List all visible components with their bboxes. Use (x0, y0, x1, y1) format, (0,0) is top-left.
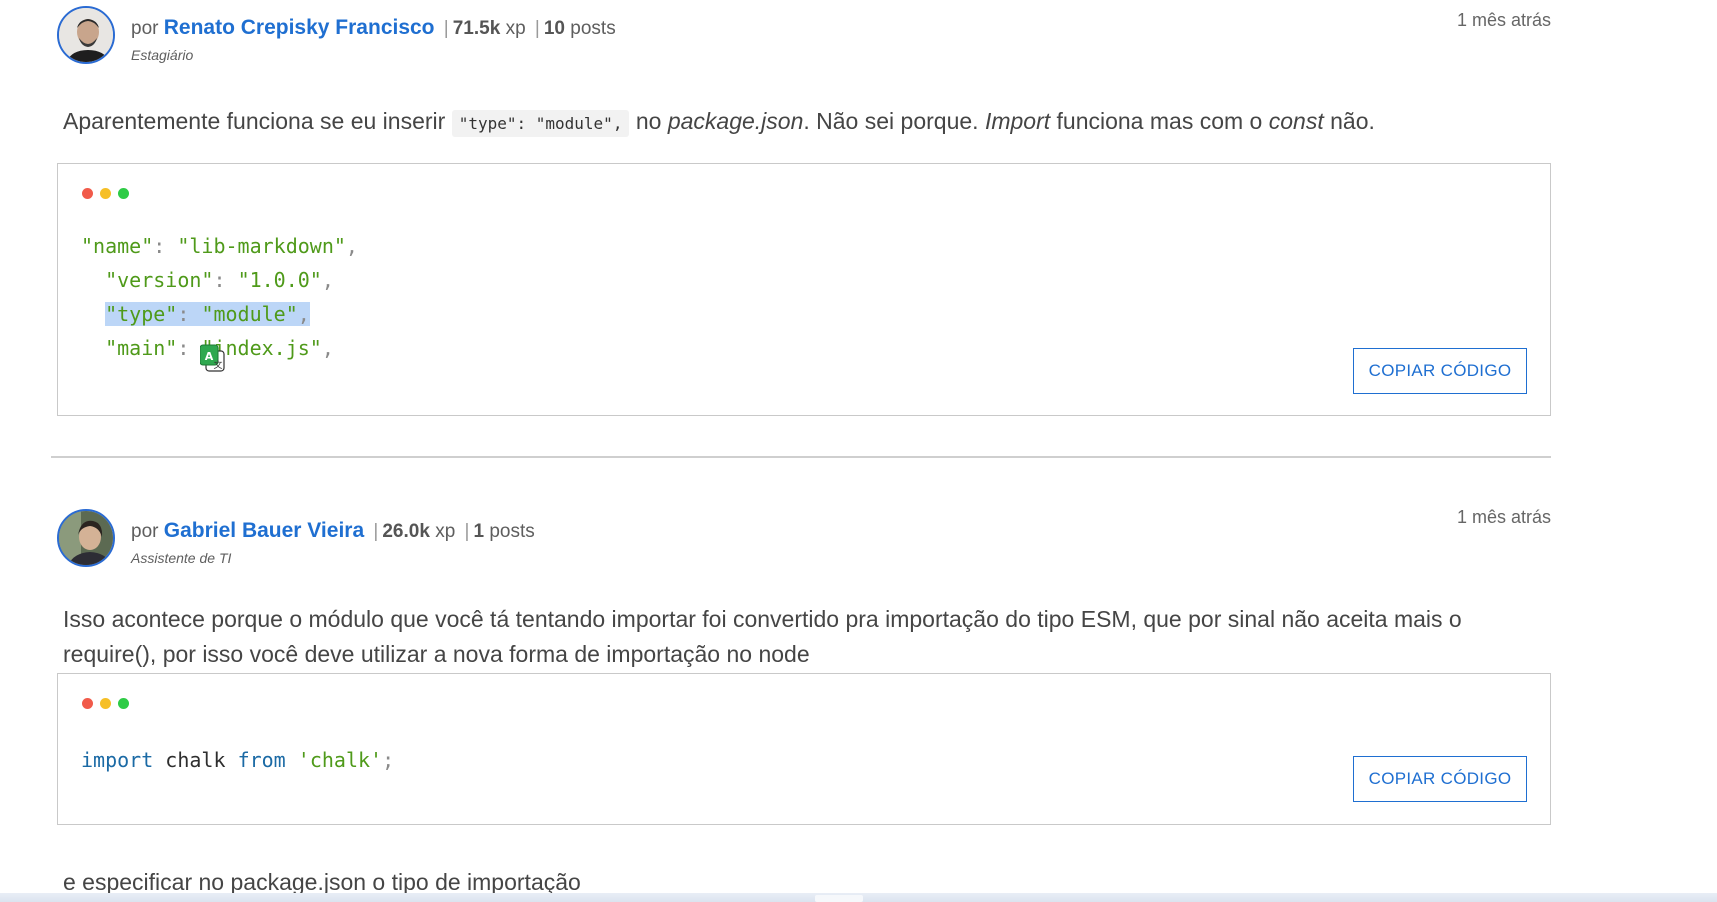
post-text: Aparentemente funciona se eu inserir (63, 108, 452, 134)
xp-unit: xp (505, 18, 526, 39)
separator: | (443, 18, 449, 39)
window-dots (82, 188, 129, 199)
code-value: "module" (201, 302, 298, 326)
separator: | (373, 521, 379, 542)
xp-value: 26.0k (382, 521, 430, 542)
separator: | (534, 18, 540, 39)
emphasis: const (1268, 108, 1324, 134)
answer-post: por Gabriel Bauer Vieira | 26.0k xp | 1 po… (57, 507, 1551, 895)
by-label: por (131, 521, 159, 542)
code-key: "type" (105, 302, 178, 326)
posts-label: posts (570, 18, 616, 39)
author-name-link[interactable]: Renato Crepisky Francisco (164, 16, 435, 39)
author-line: por Renato Crepisky Francisco | 71.5k xp … (131, 16, 616, 40)
code-block: import chalk from 'chalk'; COPIAR CÓDIGO (57, 673, 1551, 825)
avatar[interactable] (57, 509, 115, 567)
author-role: Estagiário (131, 47, 194, 63)
green-dot-icon (118, 188, 129, 199)
emphasis: package.json (667, 108, 804, 134)
green-dot-icon (118, 698, 129, 709)
posts-count: 1 (473, 521, 485, 542)
yellow-dot-icon (100, 698, 111, 709)
post-text: não. (1323, 108, 1375, 134)
post-header: por Gabriel Bauer Vieira | 26.0k xp | 1 po… (57, 507, 1551, 579)
avatar[interactable] (57, 6, 115, 64)
avatar-image (59, 8, 113, 62)
code-key: "name" (81, 234, 154, 258)
xp-value: 71.5k (452, 18, 501, 39)
code-key: "main" (105, 336, 178, 360)
post-body: Aparentemente funciona se eu inserir "ty… (63, 104, 1375, 141)
copy-code-button[interactable]: COPIAR CÓDIGO (1353, 756, 1527, 802)
post-body: Isso acontece porque o módulo que você t… (63, 606, 1462, 667)
post-header: por Renato Crepisky Francisco | 71.5k xp … (57, 6, 1551, 76)
yellow-dot-icon (100, 188, 111, 199)
svg-text:文: 文 (213, 359, 222, 371)
red-dot-icon (82, 188, 93, 199)
code-keyword: import (81, 748, 154, 772)
copy-code-button[interactable]: COPIAR CÓDIGO (1353, 348, 1527, 394)
code-keyword: from (237, 748, 286, 772)
author-name-link[interactable]: Gabriel Bauer Vieira (164, 519, 364, 542)
svg-text:A: A (205, 350, 214, 363)
post-text: funciona mas com o (1050, 108, 1269, 134)
code-value: "1.0.0" (237, 268, 322, 292)
xp-unit: xp (435, 521, 456, 542)
horizontal-scrollbar[interactable] (0, 893, 1717, 902)
emphasis: Import (984, 108, 1051, 134)
code-punctuation: ; (382, 748, 395, 772)
posts-label: posts (489, 521, 535, 542)
post-text: no (629, 108, 668, 134)
posts-count: 10 (543, 18, 565, 39)
code-block: "name": "lib-markdown", "version": "1.0.… (57, 163, 1551, 416)
code-key: "version" (105, 268, 214, 292)
code-string: 'chalk' (297, 748, 383, 772)
author-line: por Gabriel Bauer Vieira | 26.0k xp | 1 po… (131, 519, 535, 543)
avatar-image (59, 511, 113, 565)
post-time: 1 mês atrás (1456, 10, 1551, 30)
post-divider (51, 456, 1551, 458)
inline-code: "type": "module", (451, 110, 630, 137)
translate-icon[interactable]: A 文 (199, 343, 226, 373)
post-text: . Não sei porque. (803, 108, 985, 134)
scrollbar-thumb[interactable] (815, 895, 863, 902)
answer-post: por Renato Crepisky Francisco | 71.5k xp … (57, 6, 1551, 416)
post-time: 1 mês atrás (1456, 507, 1551, 527)
red-dot-icon (82, 698, 93, 709)
code-identifier: chalk (165, 748, 226, 772)
code-content[interactable]: import chalk from 'chalk'; (81, 743, 394, 777)
code-value: "lib-markdown" (177, 234, 346, 258)
by-label: por (131, 18, 159, 39)
author-role: Assistente de TI (131, 550, 232, 566)
separator: | (464, 521, 470, 542)
selected-text: "type": "module", (105, 302, 310, 326)
window-dots (82, 698, 129, 709)
